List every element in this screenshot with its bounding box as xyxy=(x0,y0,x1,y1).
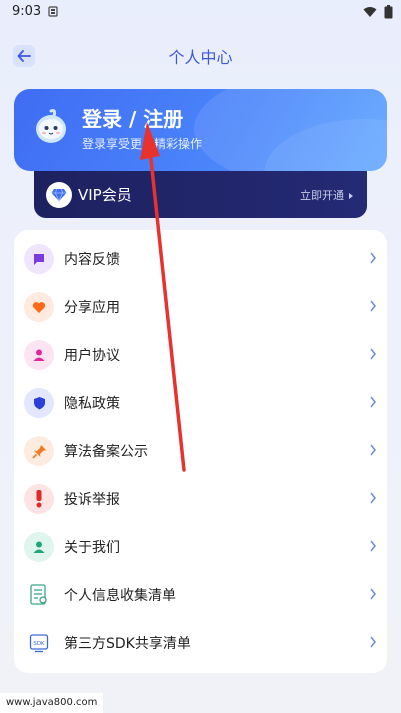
pin-icon xyxy=(24,436,54,466)
vip-banner[interactable]: VIP会员 立即开通 xyxy=(34,171,367,218)
heart-icon xyxy=(24,292,54,322)
user-icon xyxy=(24,340,54,370)
chevron-right-icon xyxy=(370,540,376,552)
battery-icon xyxy=(384,5,393,19)
login-subtitle: 登录享受更多精彩操作 xyxy=(82,137,203,151)
chevron-right-icon xyxy=(370,252,376,264)
menu-item-algorithm-filing[interactable]: 算法备案公示 xyxy=(14,427,387,475)
svg-text:SDK: SDK xyxy=(33,641,45,647)
shield-icon xyxy=(24,388,54,418)
sdk-icon: SDK xyxy=(24,628,54,658)
menu-item-label: 个人信息收集清单 xyxy=(64,588,176,604)
status-time: 9:03 xyxy=(12,4,42,19)
vip-activate-text: 立即开通 xyxy=(300,189,344,202)
menu-item-personal-info-list[interactable]: 个人信息收集清单 xyxy=(14,571,387,619)
document-list-icon xyxy=(24,580,54,610)
menu-item-label: 第三方SDK共享清单 xyxy=(64,636,191,652)
status-bar: 9:03 xyxy=(0,0,401,24)
menu-item-label: 关于我们 xyxy=(64,540,120,556)
vip-activate-link[interactable]: 立即开通 xyxy=(300,187,353,203)
login-register-card[interactable]: 登录 / 注册 登录享受更多精彩操作 xyxy=(14,89,387,171)
menu-item-label: 投诉举报 xyxy=(64,492,120,508)
chevron-right-icon xyxy=(370,300,376,312)
vip-label: VIP会员 xyxy=(78,186,132,204)
menu-item-complaint-report[interactable]: 投诉举报 xyxy=(14,475,387,523)
wifi-icon xyxy=(363,7,377,17)
menu-item-privacy-policy[interactable]: 隐私政策 xyxy=(14,379,387,427)
chevron-right-icon xyxy=(370,588,376,600)
login-register-title[interactable]: 登录 / 注册 xyxy=(82,103,183,132)
chevron-right-icon xyxy=(370,636,376,648)
menu-item-third-party-sdk-list[interactable]: SDK 第三方SDK共享清单 xyxy=(14,619,387,667)
watermark: www.java800.com xyxy=(0,693,104,713)
top-bar: 个人中心 xyxy=(0,36,401,76)
menu-item-share-app[interactable]: 分享应用 xyxy=(14,283,387,331)
exclamation-icon xyxy=(24,484,54,514)
mascot-avatar-icon xyxy=(36,109,66,143)
menu-item-content-feedback[interactable]: 内容反馈 xyxy=(14,235,387,283)
chevron-right-icon xyxy=(370,492,376,504)
menu-item-user-agreement[interactable]: 用户协议 xyxy=(14,331,387,379)
chat-bubble-icon xyxy=(24,244,54,274)
menu-item-label: 分享应用 xyxy=(64,300,120,316)
chevron-right-icon xyxy=(370,444,376,456)
menu-item-label: 算法备案公示 xyxy=(64,444,148,460)
sim-icon xyxy=(48,6,58,17)
page-title: 个人中心 xyxy=(168,48,233,67)
menu-item-about-us[interactable]: 关于我们 xyxy=(14,523,387,571)
diamond-icon xyxy=(46,182,72,208)
person-icon xyxy=(24,532,54,562)
menu-item-label: 隐私政策 xyxy=(64,396,120,412)
menu-item-label: 内容反馈 xyxy=(64,252,120,268)
menu-item-label: 用户协议 xyxy=(64,348,120,364)
settings-menu: 内容反馈 分享应用 用户协议 隐私政策 算法备案公示 投诉举报 关于我们 个人信… xyxy=(14,230,387,673)
chevron-right-icon xyxy=(370,348,376,360)
chevron-right-icon xyxy=(349,193,353,199)
chevron-right-icon xyxy=(370,396,376,408)
